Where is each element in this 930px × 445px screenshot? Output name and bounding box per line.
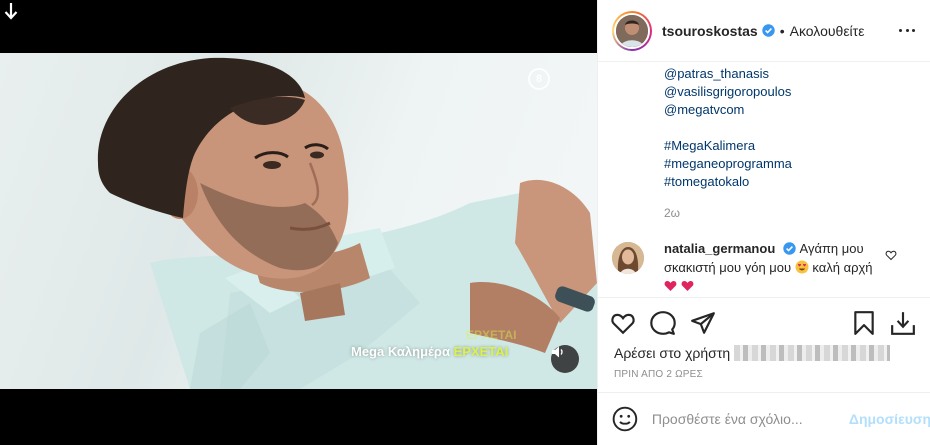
overlay-ghost-text: ΕΡΧΕΤΑΙ [466, 328, 517, 342]
post-caption: @patras_thanasis @vasilisgrigoropoulos @… [664, 65, 792, 191]
heart-icon[interactable] [610, 310, 636, 336]
author-avatar[interactable] [612, 10, 652, 51]
speaker-icon [552, 346, 563, 358]
caption-age[interactable]: 2ω [664, 206, 680, 220]
add-comment-bar: Δημοσίευση [598, 392, 930, 445]
channel-watermark: 8 [528, 68, 550, 90]
header-separator: • [779, 22, 785, 39]
post-timestamp[interactable]: ΠΡΙΝ ΑΠΟ 2 ΩΡΕΣ [614, 369, 703, 380]
post-comment-button[interactable]: Δημοσίευση [849, 411, 930, 427]
comment-like-heart-icon[interactable] [885, 249, 897, 261]
video-player[interactable]: 8 ΕΡΧΕΤΑΙ Mega Καλημέρα ΕΡΧΕΤΑΙ [0, 53, 597, 389]
comment-text-part2: καλή αρχή [812, 260, 873, 275]
red-heart-emoji-icon [664, 281, 677, 291]
share-icon[interactable] [690, 310, 716, 336]
comments-scroll-area[interactable]: @patras_thanasis @vasilisgrigoropoulos @… [598, 62, 930, 297]
media-pane: 8 ΕΡΧΕΤΑΙ Mega Καλημέρα ΕΡΧΕΤΑΙ [0, 0, 597, 445]
download-arrow-icon[interactable] [3, 2, 19, 20]
caption-hashtag[interactable]: #MegaKalimera [664, 137, 792, 155]
video-overlay-caption: Mega Καλημέρα ΕΡΧΕΤΑΙ [351, 344, 508, 359]
author-avatar-image [614, 12, 650, 49]
overlay-highlight-text: ΕΡΧΕΤΑΙ [453, 344, 509, 359]
caption-hashtag[interactable]: #tomegatokalo [664, 173, 792, 191]
post-actions [598, 297, 930, 347]
post-details: tsouroskostas • Ακολουθείτε @patras_than… [597, 0, 930, 445]
verified-icon [783, 242, 796, 255]
caption-hashtag[interactable]: #meganeoprogramma [664, 155, 792, 173]
red-heart-emoji-icon [681, 281, 694, 291]
sound-toggle-button[interactable] [551, 345, 579, 373]
likes-summary: Αρέσει στο χρήστη [614, 345, 891, 361]
heart-eyes-emoji-icon [795, 260, 809, 274]
media-letterbox-top [0, 0, 597, 53]
media-letterbox-bottom [0, 389, 597, 445]
post-header: tsouroskostas • Ακολουθείτε [598, 0, 930, 62]
comment-icon[interactable] [650, 310, 676, 336]
verified-icon [762, 24, 775, 37]
liker-username-blurred[interactable] [734, 345, 891, 361]
caption-mention[interactable]: @patras_thanasis [664, 65, 792, 83]
download-icon[interactable] [890, 310, 916, 336]
save-icon[interactable] [851, 310, 877, 336]
comment-text: natalia_germanou Αγάπη μου σκακιστή μου … [664, 239, 879, 296]
follow-button[interactable]: Ακολουθείτε [790, 23, 865, 39]
comment-input[interactable] [651, 411, 837, 427]
caption-mention[interactable]: @vasilisgrigoropoulos [664, 83, 792, 101]
author-username[interactable]: tsouroskostas [662, 23, 758, 39]
commenter-avatar[interactable] [612, 242, 644, 274]
caption-mention[interactable]: @megatvcom [664, 101, 792, 119]
more-options-icon[interactable] [899, 22, 915, 38]
emoji-icon[interactable] [612, 406, 638, 432]
overlay-caption-text: Mega Καλημέρα [351, 344, 450, 359]
commenter-username[interactable]: natalia_germanou [664, 241, 775, 256]
likes-prefix: Αρέσει στο χρήστη [614, 345, 731, 361]
post-viewer: 8 ΕΡΧΕΤΑΙ Mega Καλημέρα ΕΡΧΕΤΑΙ tsourosk… [0, 0, 930, 445]
